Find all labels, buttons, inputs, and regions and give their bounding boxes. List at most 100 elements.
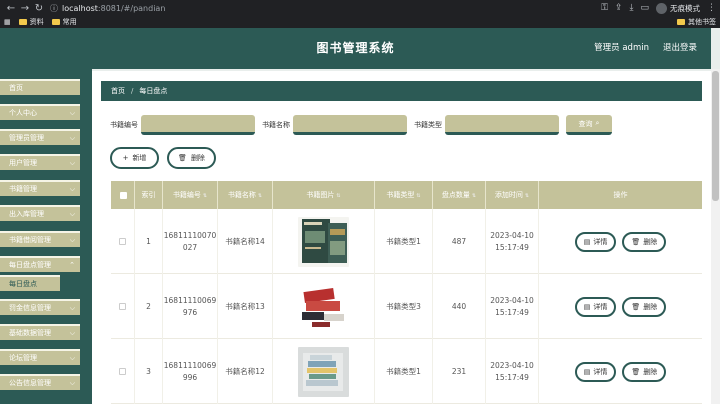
sidebar-item-forum[interactable]: 论坛管理 ⌵ (0, 349, 80, 365)
detail-button[interactable]: ▤ 详情 (574, 231, 617, 252)
sidebar-item-profile[interactable]: 个人中心 ⌵ (0, 104, 80, 120)
cell-book-code: 16811110069 996 (163, 339, 218, 404)
col-book-name[interactable]: 书籍名称 ⇅ (218, 181, 273, 209)
page-scrollbar-thumb[interactable] (712, 71, 719, 201)
row-checkbox-cell[interactable] (111, 274, 135, 339)
trash-icon: 🗑 (178, 154, 187, 162)
detail-button[interactable]: ▤ 详情 (574, 296, 617, 317)
share-icon[interactable]: ⇪ (615, 3, 623, 13)
logout-link[interactable]: 退出登录 (663, 28, 697, 69)
menu-icon[interactable]: ⋮ (707, 3, 716, 13)
sidebar-item-notices[interactable]: 公告信息管理 ⌵ (0, 374, 80, 390)
query-button[interactable]: 查询 ⌕ (566, 115, 612, 135)
batch-delete-button[interactable]: 🗑 删除 (167, 147, 216, 169)
col-added-time[interactable]: 添加时间 ⇅ (486, 181, 539, 209)
cell-index: 2 (135, 274, 163, 339)
chevron-down-icon: ⌵ (69, 134, 75, 142)
table-row: 3 16811110069 996 书籍名称12 书籍类型1 231 2023-0… (111, 339, 702, 404)
sidebar-item-borrow[interactable]: 书籍借阅管理 ⌵ (0, 231, 80, 247)
row-checkbox[interactable] (119, 303, 126, 310)
delete-button[interactable]: 🗑 删除 (622, 361, 667, 382)
chevron-down-icon: ⌵ (69, 354, 75, 362)
chevron-down-icon: ⌵ (69, 210, 75, 218)
incognito-indicator[interactable]: 无痕模式 (656, 2, 700, 14)
other-bookmarks[interactable]: 其他书签 (677, 17, 716, 27)
add-button[interactable]: + 新增 (110, 147, 159, 169)
sidebar-item-stock[interactable]: 出入库管理 ⌵ (0, 205, 80, 221)
sort-icon: ⇅ (202, 193, 208, 199)
col-book-type[interactable]: 书籍类型 ⇅ (375, 181, 433, 209)
select-all-cell[interactable] (111, 181, 135, 209)
sidebar: 首页 个人中心 ⌵ 管理员管理 ⌵ 用户管理 ⌵ 书籍管理 ⌵ 出入库管理 ⌵ 书籍借阅管… (0, 69, 92, 404)
key-icon[interactable]: ⚿ (601, 3, 608, 13)
cell-actions: ▤ 详情 🗑 删除 (539, 274, 702, 339)
cell-book-code: 16811110070 027 (163, 209, 218, 274)
sidebar-item-inventory[interactable]: 每日盘点管理 ⌃ (0, 256, 80, 272)
user-label: 管理员 admin (594, 43, 649, 53)
address-bar[interactable]: ⓘ localhost:8081/#/pandian (50, 3, 165, 14)
incognito-label: 无痕模式 (670, 3, 700, 13)
sidebar-item-fines[interactable]: 罚金信息管理 ⌵ (0, 299, 80, 315)
delete-button[interactable]: 🗑 删除 (622, 296, 667, 317)
back-icon[interactable]: ← (4, 3, 18, 14)
cell-actions: ▤ 详情 🗑 删除 (539, 209, 702, 274)
sidebar-item-basic-data[interactable]: 基础数据管理 ⌵ (0, 324, 80, 340)
col-book-image[interactable]: 书籍图片 ⇅ (273, 181, 375, 209)
main-panel: 首页 / 每日盘点 书籍编号 书籍名称 书籍类型 查询 ⌕ + 新增 🗑 删除 索引… (92, 71, 711, 404)
row-checkbox-cell[interactable] (111, 339, 135, 404)
incognito-icon (656, 2, 667, 14)
forward-icon[interactable]: → (18, 3, 32, 14)
book-code-input[interactable] (141, 115, 255, 135)
cell-added-time: 2023-04-10 15:17:49 (486, 274, 539, 339)
search-label-name: 书籍名称 (262, 121, 290, 129)
search-icon: ⌕ (595, 119, 600, 127)
col-actions: 操作 (613, 191, 628, 199)
bookmark-folder[interactable]: 常用 (51, 17, 77, 27)
tab-icon[interactable]: ▭ (640, 3, 649, 13)
url-host: localhost (62, 3, 98, 13)
chevron-up-icon: ⌃ (69, 261, 75, 269)
sidebar-item-books[interactable]: 书籍管理 ⌵ (0, 180, 80, 196)
bookmark-folder[interactable]: 资料 (18, 17, 44, 27)
book-name-input[interactable] (293, 115, 407, 135)
row-checkbox[interactable] (119, 368, 126, 375)
cell-book-type: 书籍类型1 (375, 209, 433, 274)
folder-icon (51, 19, 60, 25)
cell-count: 440 (433, 274, 486, 339)
detail-button[interactable]: ▤ 详情 (574, 361, 617, 382)
chevron-down-icon: ⌵ (69, 185, 75, 193)
col-book-code[interactable]: 书籍编号 ⇅ (163, 181, 218, 209)
search-label-code: 书籍编号 (110, 121, 138, 129)
folder-icon (677, 19, 685, 25)
sidebar-item-home[interactable]: 首页 (0, 79, 80, 95)
sidebar-item-users[interactable]: 用户管理 ⌵ (0, 154, 80, 170)
col-index: 索引 (135, 181, 163, 209)
download-icon[interactable]: ⤓ (630, 3, 634, 13)
row-checkbox-cell[interactable] (111, 209, 135, 274)
row-checkbox[interactable] (119, 238, 126, 245)
sort-icon: ⇅ (524, 193, 530, 199)
chevron-down-icon: ⌵ (69, 379, 75, 387)
cell-book-name: 书籍名称14 (218, 209, 273, 274)
book-cover-image (298, 216, 349, 267)
folder-icon (18, 19, 27, 25)
apps-icon[interactable]: ▦ (4, 18, 11, 26)
reload-icon[interactable]: ↻ (32, 3, 46, 14)
document-icon: ▤ (583, 367, 591, 376)
cell-book-image (273, 339, 375, 404)
col-count[interactable]: 盘点数量 ⇅ (433, 181, 486, 209)
book-type-select[interactable] (445, 115, 559, 135)
breadcrumb-home[interactable]: 首页 (111, 87, 125, 95)
sidebar-item-admins[interactable]: 管理员管理 ⌵ (0, 129, 80, 145)
browser-chrome: ← → ↻ ⓘ localhost:8081/#/pandian ⚿ ⇪ ⤓ ▭… (0, 0, 720, 28)
chevron-down-icon: ⌵ (69, 109, 75, 117)
select-all-checkbox[interactable] (120, 192, 127, 199)
cell-index: 1 (135, 209, 163, 274)
delete-button[interactable]: 🗑 删除 (622, 231, 667, 252)
bookmarks-bar: ▦ 资料 常用 其他书签 (0, 16, 720, 28)
info-icon[interactable]: ⓘ (50, 3, 58, 14)
search-label-type: 书籍类型 (414, 121, 442, 129)
cell-count: 487 (433, 209, 486, 274)
browser-actions: ⚿ ⇪ ⤓ ▭ 无痕模式 ⋮ (601, 2, 716, 14)
sidebar-subitem-daily-inventory[interactable]: 每日盘点 (0, 275, 60, 291)
